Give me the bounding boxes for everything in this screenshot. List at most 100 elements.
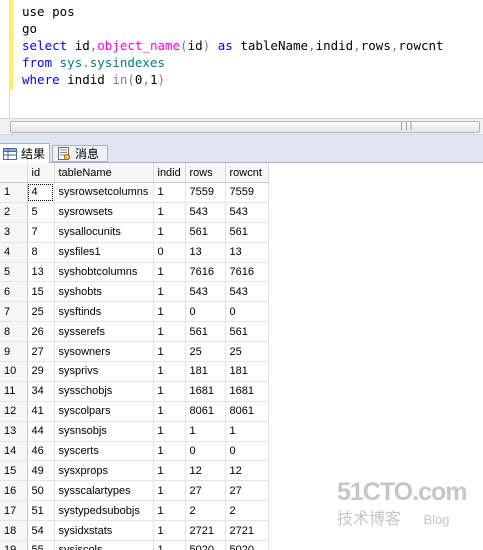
table-cell[interactable]: 27 [225, 480, 269, 502]
horizontal-scrollbar[interactable]: ||| [0, 118, 483, 135]
table-row[interactable]: 5 13 syshobtcolumns 1 7616 7616 [0, 262, 269, 283]
tab-messages[interactable]: 消息 [52, 145, 108, 162]
table-cell[interactable]: 5020 [185, 540, 226, 550]
table-cell[interactable]: 34 [27, 381, 55, 402]
table-row[interactable]: 12 41 syscolpars 1 8061 8061 [0, 401, 269, 422]
column-header[interactable]: rows [185, 163, 226, 183]
sql-editor[interactable]: use pos go select id,object_name(id) as ta… [0, 0, 483, 118]
table-cell[interactable]: syscolpars [54, 401, 154, 422]
row-number[interactable]: 6 [0, 281, 28, 303]
table-cell[interactable]: 181 [185, 361, 226, 382]
table-cell[interactable]: 1681 [225, 381, 269, 402]
table-row[interactable]: 15 49 sysxprops 1 12 12 [0, 460, 269, 482]
row-number[interactable]: 16 [0, 480, 28, 502]
table-cell[interactable]: 1 [153, 441, 186, 462]
table-cell[interactable]: 1 [185, 421, 226, 442]
row-number[interactable]: 15 [0, 460, 28, 482]
table-row[interactable]: 11 34 sysschobjs 1 1681 1681 [0, 381, 269, 402]
table-cell[interactable]: 4 [27, 182, 55, 203]
table-cell[interactable]: 1 [153, 321, 186, 343]
tab-results[interactable]: 结果 [0, 143, 50, 163]
table-row[interactable]: 3 7 sysallocunits 1 561 561 [0, 222, 269, 243]
table-row[interactable]: 4 8 sysfiles1 0 13 13 [0, 242, 269, 263]
table-cell[interactable]: 44 [27, 421, 55, 442]
table-cell[interactable]: sysftinds [54, 301, 154, 323]
table-cell[interactable]: 1 [153, 182, 186, 203]
table-cell[interactable]: sysnsobjs [54, 421, 154, 442]
table-row[interactable]: 14 46 syscerts 1 0 0 [0, 441, 269, 462]
table-cell[interactable]: sysrowsetcolumns [54, 182, 154, 203]
table-cell[interactable]: 1 [153, 301, 186, 323]
table-cell[interactable]: 2721 [225, 520, 269, 542]
row-number[interactable]: 7 [0, 301, 28, 323]
table-row[interactable]: 16 50 sysscalartypes 1 27 27 [0, 480, 269, 502]
table-cell[interactable]: 25 [27, 301, 55, 323]
table-row[interactable]: 8 26 sysserefs 1 561 561 [0, 321, 269, 343]
table-cell[interactable]: 543 [225, 281, 269, 303]
table-cell[interactable]: 13 [185, 242, 226, 263]
table-cell[interactable]: 2 [185, 500, 226, 522]
table-cell[interactable]: 12 [225, 460, 269, 482]
table-cell[interactable]: 1 [153, 361, 186, 382]
table-cell[interactable]: 49 [27, 460, 55, 482]
table-cell[interactable]: 7559 [225, 182, 269, 203]
table-cell[interactable]: 561 [185, 222, 226, 243]
row-number[interactable]: 8 [0, 321, 28, 343]
code-line[interactable]: where indid in(0,1) [22, 71, 444, 88]
code-line[interactable]: use pos [22, 3, 444, 20]
table-row[interactable]: 1955sysiscols150205020 [0, 540, 269, 550]
row-number[interactable]: 11 [0, 381, 28, 402]
table-cell[interactable]: 8 [27, 242, 55, 263]
table-cell[interactable]: 1 [153, 222, 186, 243]
column-header[interactable]: rowcnt [225, 163, 269, 183]
table-cell[interactable]: sysserefs [54, 321, 154, 343]
table-cell[interactable]: 0 [225, 441, 269, 462]
table-cell[interactable]: sysscalartypes [54, 480, 154, 502]
table-cell[interactable]: 0 [225, 301, 269, 323]
row-number[interactable]: 14 [0, 441, 28, 462]
column-header[interactable]: tableName [54, 163, 154, 183]
table-cell[interactable]: 26 [27, 321, 55, 343]
table-cell[interactable]: 181 [225, 361, 269, 382]
table-cell[interactable]: 46 [27, 441, 55, 462]
table-row[interactable]: 2 5 sysrowsets 1 543 543 [0, 202, 269, 223]
table-cell[interactable]: sysschobjs [54, 381, 154, 402]
table-cell[interactable]: 51 [27, 500, 55, 522]
row-number[interactable]: 10 [0, 361, 28, 382]
table-cell[interactable]: 0 [153, 242, 186, 263]
table-cell[interactable]: 543 [225, 202, 269, 223]
table-cell[interactable]: 1 [153, 500, 186, 522]
table-cell[interactable]: syshobts [54, 281, 154, 303]
row-number[interactable]: 5 [0, 262, 28, 283]
code-line[interactable]: go [22, 20, 444, 37]
table-cell[interactable]: 1 [153, 520, 186, 542]
table-row[interactable]: 9 27 sysowners 1 25 25 [0, 341, 269, 363]
table-cell[interactable]: 7 [27, 222, 55, 243]
table-row[interactable]: 17 51 systypedsubobjs 1 2 2 [0, 500, 269, 522]
table-cell[interactable]: 27 [185, 480, 226, 502]
table-row[interactable]: 6 15 syshobts 1 543 543 [0, 281, 269, 303]
table-row[interactable]: 1 4 sysrowsetcolumns 1 7559 7559 [0, 182, 269, 203]
table-cell[interactable]: 0 [185, 441, 226, 462]
table-cell[interactable]: 1 [153, 540, 186, 550]
code-line[interactable]: from sys.sysindexes [22, 54, 444, 71]
table-cell[interactable]: 13 [225, 242, 269, 263]
table-cell[interactable]: 1 [153, 341, 186, 363]
row-number[interactable]: 1 [0, 182, 28, 203]
table-cell[interactable]: 25 [225, 341, 269, 363]
table-cell[interactable]: 543 [185, 281, 226, 303]
table-cell[interactable]: 561 [225, 222, 269, 243]
table-cell[interactable]: systypedsubobjs [54, 500, 154, 522]
table-cell[interactable]: 2 [225, 500, 269, 522]
table-cell[interactable]: 5020 [225, 540, 269, 550]
column-header[interactable]: indid [153, 163, 186, 183]
table-cell[interactable]: 1681 [185, 381, 226, 402]
table-cell[interactable]: 29 [27, 361, 55, 382]
table-cell[interactable]: 2721 [185, 520, 226, 542]
table-cell[interactable]: 1 [153, 281, 186, 303]
table-cell[interactable]: sysxprops [54, 460, 154, 482]
sql-code[interactable]: use pos go select id,object_name(id) as ta… [22, 3, 444, 88]
table-cell[interactable]: sysowners [54, 341, 154, 363]
table-cell[interactable]: 8061 [185, 401, 226, 422]
table-cell[interactable]: 1 [153, 202, 186, 223]
